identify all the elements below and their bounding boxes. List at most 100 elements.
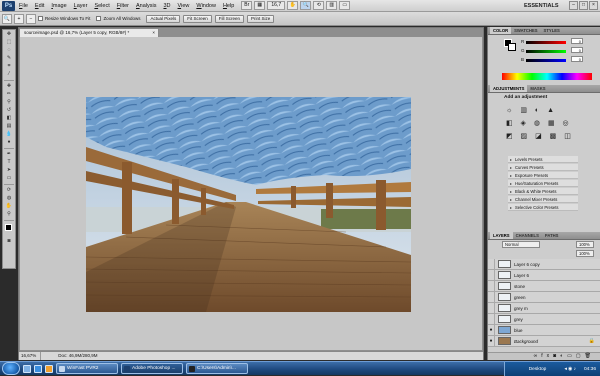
menu-image[interactable]: Image — [51, 3, 66, 9]
adjustment-icons-row-3[interactable]: ◩ ▨ ◪ ▩ ◫ — [506, 132, 586, 141]
zoom-tool-icon[interactable]: ⚲ — [3, 211, 15, 218]
quick-select-tool-icon[interactable]: ✎ — [3, 55, 15, 62]
ie-icon[interactable] — [34, 364, 42, 373]
document-tab[interactable]: sourceimage.psd @ 16,7% (Layer 5 copy, R… — [19, 28, 159, 37]
brush-tool-icon[interactable]: ✏ — [3, 91, 15, 98]
lasso-tool-icon[interactable]: ◌ — [3, 47, 15, 54]
layer-row[interactable]: stone — [488, 281, 600, 292]
marquee-tool-icon[interactable]: ⬚ — [3, 39, 15, 46]
layer-style-icon[interactable]: fx — [541, 353, 553, 359]
zoom-all-windows-checkbox[interactable]: Zoom All Windows — [96, 16, 140, 21]
healing-brush-tool-icon[interactable]: ✚ — [3, 83, 15, 90]
print-size-button[interactable]: Print Size — [247, 14, 275, 23]
bg-color-chip[interactable] — [508, 43, 516, 51]
canvas-stage[interactable] — [20, 37, 482, 350]
eyedropper-tool-icon[interactable]: ⁄ — [3, 71, 15, 78]
tab-paths[interactable]: PATHS — [542, 232, 562, 239]
layer-row[interactable]: grey — [488, 314, 600, 325]
red-value[interactable]: 0 — [571, 38, 583, 44]
blue-slider[interactable] — [526, 59, 566, 62]
maximize-icon[interactable]: □ — [579, 1, 588, 10]
bridge-icon[interactable]: Br — [241, 1, 253, 10]
menu-3d[interactable]: 3D — [163, 3, 170, 9]
menu-window[interactable]: Window — [196, 3, 216, 9]
eye-icon[interactable]: ● — [488, 325, 495, 335]
layer-row[interactable]: ● blue — [488, 325, 600, 336]
tab-layers[interactable]: LAYERS — [490, 232, 513, 239]
hand-tool-icon[interactable]: ✋ — [287, 1, 299, 10]
preset-selective-color[interactable]: Selective Color Presets — [508, 204, 578, 211]
tray-icons[interactable]: ◂ ◉ ♪ — [564, 367, 576, 372]
crop-tool-icon[interactable]: ⌗ — [3, 63, 15, 70]
taskbar-item-cmd[interactable]: C:\Users\Admin\... — [186, 363, 248, 374]
layer-visibility-toggle[interactable] — [488, 314, 495, 324]
tab-masks[interactable]: MASKS — [527, 85, 548, 92]
menu-view[interactable]: View — [178, 3, 190, 9]
layer-row[interactable]: green — [488, 292, 600, 303]
menu-edit[interactable]: Edit — [35, 3, 44, 9]
green-slider[interactable] — [526, 50, 566, 53]
layer-row[interactable]: Layer 6 — [488, 270, 600, 281]
zoom-out-icon[interactable]: − — [26, 13, 36, 24]
zoom-tool-preset-icon[interactable]: 🔍 — [2, 13, 12, 24]
new-group-icon[interactable]: ▭ — [567, 353, 576, 359]
opacity-field[interactable]: 100% — [576, 241, 594, 248]
menu-analysis[interactable]: Analysis — [136, 3, 156, 9]
preset-levels[interactable]: Levels Presets — [508, 156, 578, 163]
3d-orbit-tool-icon[interactable]: ◍ — [3, 195, 15, 202]
delete-layer-icon[interactable]: 🗑 — [585, 353, 595, 359]
show-desktop-icon[interactable] — [23, 364, 31, 373]
menu-file[interactable]: File — [19, 3, 28, 9]
close-document-icon[interactable]: × — [152, 29, 155, 37]
fill-screen-button[interactable]: Fill Screen — [214, 14, 244, 23]
eraser-tool-icon[interactable]: ◧ — [3, 115, 15, 122]
arrange-docs-icon[interactable]: ▥ — [326, 1, 338, 10]
media-player-icon[interactable] — [45, 364, 53, 373]
layer-row[interactable]: ● Background 🔒 — [488, 336, 600, 347]
workspace-switcher[interactable]: ESSENTIALS — [520, 1, 563, 11]
shape-tool-icon[interactable]: ▭ — [3, 175, 15, 182]
menu-help[interactable]: Help — [223, 3, 234, 9]
tab-swatches[interactable]: SWATCHES — [511, 27, 540, 34]
color-swatches[interactable] — [3, 223, 15, 237]
clone-stamp-tool-icon[interactable]: ⚲ — [3, 99, 15, 106]
preset-black-white[interactable]: Black & White Presets — [508, 188, 578, 195]
preset-exposure[interactable]: Exposure Presets — [508, 172, 578, 179]
move-tool-icon[interactable]: ✥ — [3, 31, 15, 38]
menu-layer[interactable]: Layer — [74, 3, 88, 9]
tab-channels[interactable]: CHANNELS — [513, 232, 542, 239]
canvas-image[interactable] — [86, 97, 411, 312]
red-slider[interactable] — [526, 41, 566, 44]
layer-row[interactable]: Layer 6 copy — [488, 259, 600, 270]
zoom-tool-icon[interactable]: 🔍 — [300, 1, 312, 10]
tab-adjustments[interactable]: ADJUSTMENTS — [490, 85, 528, 92]
clock[interactable]: 04:36 — [584, 367, 596, 372]
adjustment-icons-row-2[interactable]: ◧ ◈ ◍ ▦ ◎ — [506, 119, 586, 128]
taskbar-item-winfast[interactable]: WinFast PVR2 — [56, 363, 118, 374]
preset-channel-mixer[interactable]: Channel Mixer Presets — [508, 196, 578, 203]
adjustment-icons-row-1[interactable]: ☼ ▥ ◐ ▲ — [506, 106, 586, 115]
screen-mode-icon[interactable]: ▭ — [339, 1, 351, 10]
color-spectrum-bar[interactable] — [502, 73, 592, 80]
layer-visibility-toggle[interactable] — [488, 281, 495, 291]
quick-mask-icon[interactable]: ◙ — [3, 238, 15, 245]
history-brush-tool-icon[interactable]: ↺ — [3, 107, 15, 114]
taskbar-item-photoshop[interactable]: Adobe Photoshop ... — [121, 363, 183, 374]
pen-tool-icon[interactable]: ✒ — [3, 151, 15, 158]
hand-tool-icon[interactable]: ✋ — [3, 203, 15, 210]
fill-field[interactable]: 100% — [576, 250, 594, 257]
close-icon[interactable]: × — [589, 1, 598, 10]
type-tool-icon[interactable]: T — [3, 159, 15, 166]
tab-color[interactable]: COLOR — [490, 27, 512, 34]
preset-hue-saturation[interactable]: Hue/Saturation Presets — [508, 180, 578, 187]
layer-visibility-toggle[interactable] — [488, 270, 495, 280]
zoom-in-icon[interactable]: + — [14, 13, 24, 24]
foreground-color-swatch[interactable] — [5, 224, 12, 231]
layer-visibility-toggle[interactable] — [488, 292, 495, 302]
dodge-tool-icon[interactable]: ● — [3, 139, 15, 146]
zoom-percentage-field[interactable]: 16,67% — [19, 352, 41, 360]
blue-value[interactable]: 0 — [571, 56, 583, 62]
resize-windows-checkbox[interactable]: Resize Windows To Fit — [38, 16, 90, 21]
blur-tool-icon[interactable]: 💧 — [3, 131, 15, 138]
guides-icon[interactable]: ▦ — [254, 1, 266, 10]
